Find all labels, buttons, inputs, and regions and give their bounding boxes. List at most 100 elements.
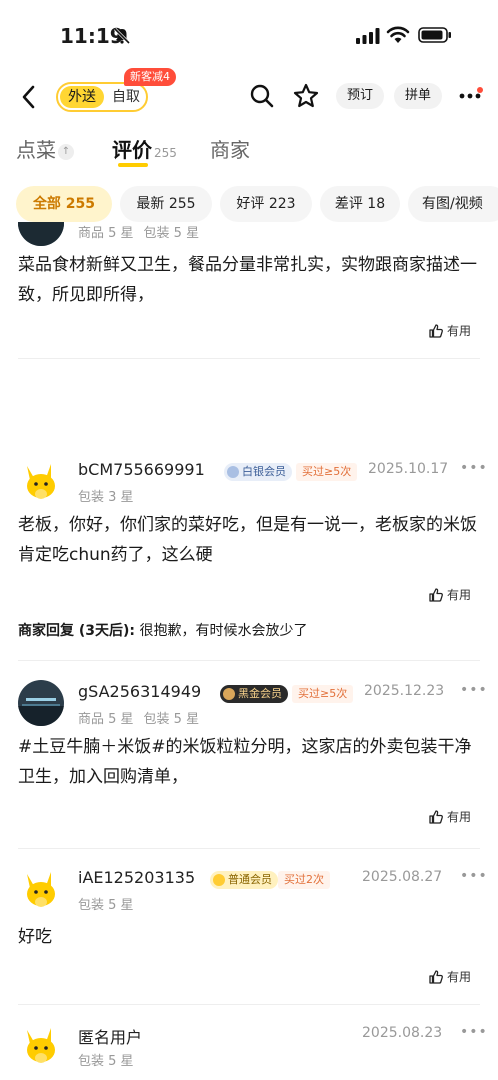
thumbs-up-icon xyxy=(429,324,443,338)
mascot-avatar xyxy=(18,458,64,504)
avatar-photo xyxy=(18,680,64,726)
reserve-button[interactable]: 预订 xyxy=(336,83,384,109)
filter-chip-all[interactable]: 全部 255 xyxy=(16,186,112,222)
member-badge: 黑金会员 xyxy=(220,685,288,703)
avatar xyxy=(18,866,64,912)
mascot-avatar xyxy=(18,866,64,912)
repeat-buyer-badge: 买过≥5次 xyxy=(296,463,358,481)
tab-review-label: 评价 xyxy=(112,138,152,162)
tab-order[interactable]: 点菜 ↑ xyxy=(16,134,74,163)
filter-chip-media[interactable]: 有图/视频 xyxy=(408,186,498,222)
rating-item: 包装 5 星 xyxy=(143,226,200,241)
username[interactable]: iAE125203135 xyxy=(78,868,195,887)
filter-chip-latest[interactable]: 最新 255 xyxy=(120,186,212,222)
helpful-label: 有用 xyxy=(447,324,472,338)
rating-summary: 商品 5 星包装 5 星 xyxy=(78,222,199,241)
repeat-buyer-badge: 买过≥5次 xyxy=(292,685,354,703)
tab-order-label: 点菜 xyxy=(16,138,56,162)
review-item: 匿名用户 2025.08.23 ••• 包装 5 星 xyxy=(0,1014,498,1080)
review-more-icon[interactable]: ••• xyxy=(460,682,488,698)
rating-item: 包装 3 星 xyxy=(78,490,134,505)
rating-summary: 包装 5 星 xyxy=(78,1050,134,1069)
helpful-button[interactable]: 有用 xyxy=(428,586,471,606)
pin-top-icon: ↑ xyxy=(58,143,74,160)
helpful-label: 有用 xyxy=(447,810,472,824)
tab-review[interactable]: 评价 255 xyxy=(112,134,177,163)
thumbs-up-icon xyxy=(429,970,443,984)
review-filter-row: 全部 255 最新 255 好评 223 差评 18 有图/视频 xyxy=(0,186,498,222)
search-icon[interactable] xyxy=(248,82,276,110)
thumbs-up-icon xyxy=(429,588,443,602)
back-icon[interactable] xyxy=(16,82,42,112)
rating-item: 商品 5 星 xyxy=(78,712,134,727)
review-item: gSA256314949 黑金会员 买过≥5次 2025.12.23 ••• 商… xyxy=(0,672,498,848)
review-list: 商品 5 星包装 5 星 菜品食材新鲜又卫生，餐品分量非常扎实，实物跟商家描述一… xyxy=(0,222,498,1080)
merchant-reply: 商家回复 (3天后): 很抱歉，有时候水会放少了 xyxy=(18,620,307,640)
review-date: 2025.12.23 xyxy=(364,683,445,699)
review-more-icon[interactable]: ••• xyxy=(460,1024,488,1040)
favorite-star-icon[interactable] xyxy=(292,82,320,110)
avatar xyxy=(18,1022,64,1068)
divider xyxy=(18,358,480,359)
tab-merchant[interactable]: 商家 xyxy=(210,134,250,163)
member-badge-label: 黑金会员 xyxy=(238,687,282,700)
review-date: 2025.08.27 xyxy=(362,869,443,885)
repeat-buyer-badge: 买过2次 xyxy=(278,871,330,889)
helpful-button[interactable]: 有用 xyxy=(428,322,471,342)
mascot-avatar xyxy=(18,1022,64,1068)
thumbs-up-icon xyxy=(429,810,443,824)
review-text: 菜品食材新鲜又卫生，餐品分量非常扎实，实物跟商家描述一致，所见即所得， xyxy=(18,255,477,305)
username[interactable]: 匿名用户 xyxy=(78,1024,142,1048)
rating-item: 包装 5 星 xyxy=(78,1054,134,1069)
username[interactable]: gSA256314949 xyxy=(78,682,201,701)
filter-chip-positive[interactable]: 好评 223 xyxy=(220,186,312,222)
wifi-icon xyxy=(386,26,410,43)
rating-summary: 包装 3 星 xyxy=(78,486,134,505)
pickup-mode-option[interactable]: 自取 xyxy=(108,86,144,108)
review-text: 老板，你好，你们家的菜好吃，但是有一说一，老板家的米饭肯定吃chun药了，这么硬 xyxy=(18,515,477,565)
member-badge-label: 白银会员 xyxy=(242,465,286,478)
review-item: bCM755669991 白银会员 买过≥5次 2025.10.17 ••• 包… xyxy=(0,450,498,666)
delivery-mode-option[interactable]: 外送 xyxy=(60,86,104,108)
battery-icon xyxy=(418,27,451,43)
review-item: 商品 5 星包装 5 星 菜品食材新鲜又卫生，餐品分量非常扎实，实物跟商家描述一… xyxy=(0,222,498,390)
helpful-label: 有用 xyxy=(447,588,472,602)
active-tab-indicator xyxy=(118,163,148,167)
divider xyxy=(18,848,480,849)
divider xyxy=(18,660,480,661)
new-customer-badge: 新客减4 xyxy=(124,68,176,86)
divider xyxy=(18,1004,480,1005)
main-tabs: 点菜 ↑ 评价 255 商家 xyxy=(0,130,498,172)
filter-chip-negative[interactable]: 差评 18 xyxy=(320,186,400,222)
merchant-reply-text: 很抱歉，有时候水会放少了 xyxy=(139,623,308,639)
review-date: 2025.08.23 xyxy=(362,1025,443,1041)
rating-item: 包装 5 星 xyxy=(143,712,200,727)
rating-summary: 商品 5 星包装 5 星 xyxy=(78,708,199,727)
avatar-photo xyxy=(18,222,64,246)
username[interactable]: bCM755669991 xyxy=(78,460,205,479)
signal-icon xyxy=(356,28,380,44)
member-tier-icon xyxy=(213,874,225,886)
member-badge: 普通会员 xyxy=(210,871,278,889)
helpful-button[interactable]: 有用 xyxy=(428,808,471,828)
member-tier-icon xyxy=(223,688,235,700)
avatar xyxy=(18,222,64,246)
rating-item: 商品 5 星 xyxy=(78,226,134,241)
rating-item: 包装 5 星 xyxy=(78,898,134,913)
helpful-label: 有用 xyxy=(447,970,472,984)
merchant-reply-label: 商家回复 (3天后): xyxy=(18,623,136,639)
tab-review-count: 255 xyxy=(154,146,177,160)
review-more-icon[interactable]: ••• xyxy=(460,868,488,884)
review-more-icon[interactable]: ••• xyxy=(460,460,488,476)
avatar xyxy=(18,680,64,726)
top-nav: 外送 自取 新客减4 预订 拼单 xyxy=(0,68,498,122)
helpful-button[interactable]: 有用 xyxy=(428,968,471,988)
avatar xyxy=(18,458,64,504)
rating-summary: 包装 5 星 xyxy=(78,894,134,913)
member-badge-label: 普通会员 xyxy=(228,873,272,886)
member-tier-icon xyxy=(227,466,239,478)
member-badge: 白银会员 xyxy=(224,463,292,481)
delivery-mode-switch: 外送 自取 xyxy=(56,82,148,112)
more-options-icon[interactable] xyxy=(456,84,484,108)
group-order-button[interactable]: 拼单 xyxy=(394,83,442,109)
